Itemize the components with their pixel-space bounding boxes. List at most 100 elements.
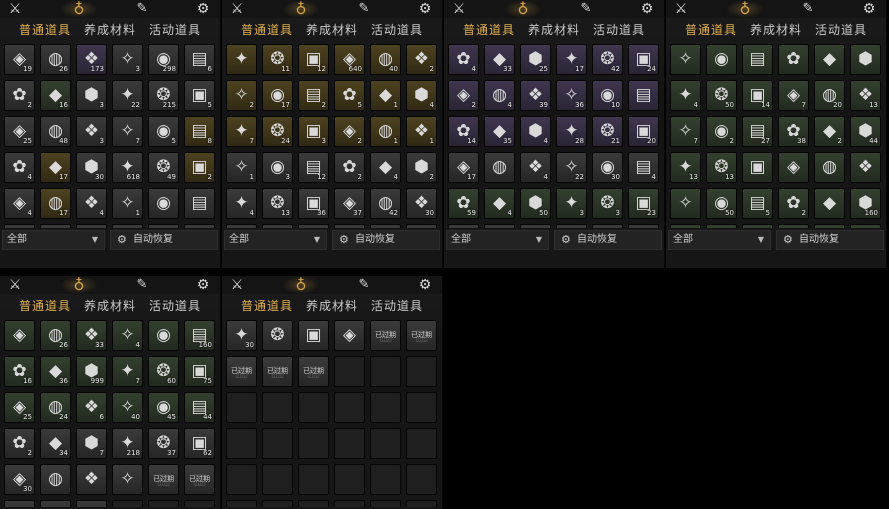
- item-slot[interactable]: ✿: [778, 44, 809, 75]
- item-slot[interactable]: ◈ 25: [4, 392, 35, 423]
- item-slot[interactable]: ▤ 2: [298, 80, 329, 111]
- item-slot[interactable]: ▣ 20: [628, 116, 659, 147]
- item-slot[interactable]: ▤ 44: [184, 392, 215, 423]
- item-slot[interactable]: ◆ 36: [40, 356, 71, 387]
- item-slot[interactable]: ◈: [778, 152, 809, 183]
- item-slot[interactable]: ✦ 22: [112, 80, 143, 111]
- filter-dropdown[interactable]: 全部 ▼: [446, 230, 549, 250]
- item-slot[interactable]: ❂36: [706, 224, 737, 228]
- crossed-swords-icon[interactable]: ⚔: [672, 1, 690, 17]
- item-slot[interactable]: ✿4: [448, 44, 479, 75]
- item-slot[interactable]: ⬢ 7: [76, 428, 107, 459]
- item-slot[interactable]: ❖ 39: [520, 80, 551, 111]
- expired-item-slot[interactable]: ▥已过期: [226, 356, 257, 387]
- item-slot[interactable]: ✿ 2: [4, 428, 35, 459]
- item-slot[interactable]: ◉ 5: [148, 116, 179, 147]
- expired-item-slot[interactable]: ▥已过期: [262, 356, 293, 387]
- quill-icon[interactable]: ✎: [355, 277, 373, 293]
- item-slot[interactable]: ◈ 30: [4, 464, 35, 495]
- auto-restore-button[interactable]: ⚙ 自动恢复: [110, 230, 218, 250]
- tab-common-items[interactable]: 普通道具: [241, 21, 293, 39]
- item-slot[interactable]: ⬢ 4: [406, 80, 437, 111]
- item-slot[interactable]: ◍ 26: [40, 320, 71, 351]
- item-slot[interactable]: ◉3: [262, 152, 293, 183]
- item-slot[interactable]: ◈ 37: [334, 188, 365, 219]
- crossed-swords-icon[interactable]: ⚔: [6, 1, 24, 17]
- item-slot[interactable]: ◈7: [778, 80, 809, 111]
- item-slot[interactable]: ✧4: [112, 320, 143, 351]
- gear-icon[interactable]: ⚙: [416, 277, 434, 293]
- expired-item-slot[interactable]: ▥已过期: [184, 464, 215, 495]
- tab-growth-materials[interactable]: 养成材料: [306, 21, 358, 39]
- item-slot[interactable]: ◆4: [370, 224, 401, 228]
- item-slot[interactable]: ▣ 62: [184, 428, 215, 459]
- item-slot[interactable]: ✦16: [670, 224, 701, 228]
- item-slot[interactable]: ◆4: [370, 152, 401, 183]
- pouch-icon[interactable]: ♁: [292, 277, 310, 293]
- item-slot[interactable]: ❖ 2: [406, 44, 437, 75]
- item-slot[interactable]: ❖ 33: [76, 320, 107, 351]
- item-slot[interactable]: ▤5: [298, 224, 329, 228]
- item-slot[interactable]: ◉ 10: [592, 80, 623, 111]
- item-slot[interactable]: ❂ 3: [592, 188, 623, 219]
- item-slot[interactable]: ✧ 7: [670, 116, 701, 147]
- item-slot[interactable]: ◍: [40, 464, 71, 495]
- expired-item-slot[interactable]: ▥已过期: [370, 320, 401, 351]
- item-slot[interactable]: ◍ 42: [370, 188, 401, 219]
- filter-dropdown[interactable]: 全部 ▼: [224, 230, 327, 250]
- item-slot[interactable]: ◆4: [484, 188, 515, 219]
- item-slot[interactable]: ▣: [298, 320, 329, 351]
- item-slot[interactable]: ◉: [706, 44, 737, 75]
- item-slot[interactable]: ✧: [670, 44, 701, 75]
- expired-item-slot[interactable]: ▥已过期: [40, 500, 71, 507]
- item-slot[interactable]: ▣ 5: [184, 80, 215, 111]
- tab-growth-materials[interactable]: 养成材料: [84, 21, 136, 39]
- crossed-swords-icon[interactable]: ⚔: [450, 1, 468, 17]
- item-slot[interactable]: ✧ 7: [112, 116, 143, 147]
- item-slot[interactable]: ❂ 24: [262, 116, 293, 147]
- item-slot[interactable]: ◈: [448, 224, 479, 228]
- tab-event-items[interactable]: 活动道具: [371, 21, 423, 39]
- auto-restore-button[interactable]: ⚙ 自动恢复: [332, 230, 440, 250]
- filter-dropdown[interactable]: 全部 ▼: [668, 230, 771, 250]
- item-slot[interactable]: ❖75: [850, 224, 881, 228]
- item-slot[interactable]: ❖ 13: [850, 80, 881, 111]
- item-slot[interactable]: ◈: [334, 320, 365, 351]
- item-slot[interactable]: ✿ 59: [448, 188, 479, 219]
- item-slot[interactable]: ✿ 2: [4, 80, 35, 111]
- item-slot[interactable]: ✦ 17: [556, 44, 587, 75]
- item-slot[interactable]: ✧ 2: [226, 80, 257, 111]
- tab-growth-materials[interactable]: 养成材料: [528, 21, 580, 39]
- item-slot[interactable]: ◉: [148, 188, 179, 219]
- item-slot[interactable]: ✿ 14: [448, 116, 479, 147]
- item-slot[interactable]: ▣: [742, 152, 773, 183]
- expired-item-slot[interactable]: ▥已过期: [76, 500, 107, 507]
- item-slot[interactable]: ◈ 4: [4, 188, 35, 219]
- item-slot[interactable]: ◉ 17: [262, 80, 293, 111]
- item-slot[interactable]: ◉ 30: [592, 152, 623, 183]
- pouch-icon[interactable]: ♁: [70, 277, 88, 293]
- item-slot[interactable]: ◈ 640: [334, 44, 365, 75]
- item-slot[interactable]: ❂ 42: [592, 44, 623, 75]
- item-slot[interactable]: ▣ 75: [184, 356, 215, 387]
- item-slot[interactable]: ▣ 24: [628, 44, 659, 75]
- item-slot[interactable]: ▣ 36: [298, 188, 329, 219]
- item-slot[interactable]: ✧: [556, 224, 587, 228]
- item-slot[interactable]: ◍ 40: [370, 44, 401, 75]
- item-slot[interactable]: ◍ 1: [370, 116, 401, 147]
- item-slot[interactable]: ⬢ 4: [520, 116, 551, 147]
- item-slot[interactable]: ❂ 11: [262, 44, 293, 75]
- quill-icon[interactable]: ✎: [799, 1, 817, 17]
- item-slot[interactable]: ✿: [4, 224, 35, 228]
- item-slot[interactable]: ❂: [148, 224, 179, 228]
- quill-icon[interactable]: ✎: [355, 1, 373, 17]
- crossed-swords-icon[interactable]: ⚔: [228, 277, 246, 293]
- item-slot[interactable]: ✿ 38: [778, 116, 809, 147]
- item-slot[interactable]: ✦ 4: [670, 80, 701, 111]
- item-slot[interactable]: ✦ 28: [556, 116, 587, 147]
- item-slot[interactable]: ✿ 2: [778, 188, 809, 219]
- item-slot[interactable]: ⬢ 50: [520, 188, 551, 219]
- pouch-icon[interactable]: ♁: [514, 1, 532, 17]
- tab-event-items[interactable]: 活动道具: [815, 21, 867, 39]
- tab-event-items[interactable]: 活动道具: [371, 297, 423, 315]
